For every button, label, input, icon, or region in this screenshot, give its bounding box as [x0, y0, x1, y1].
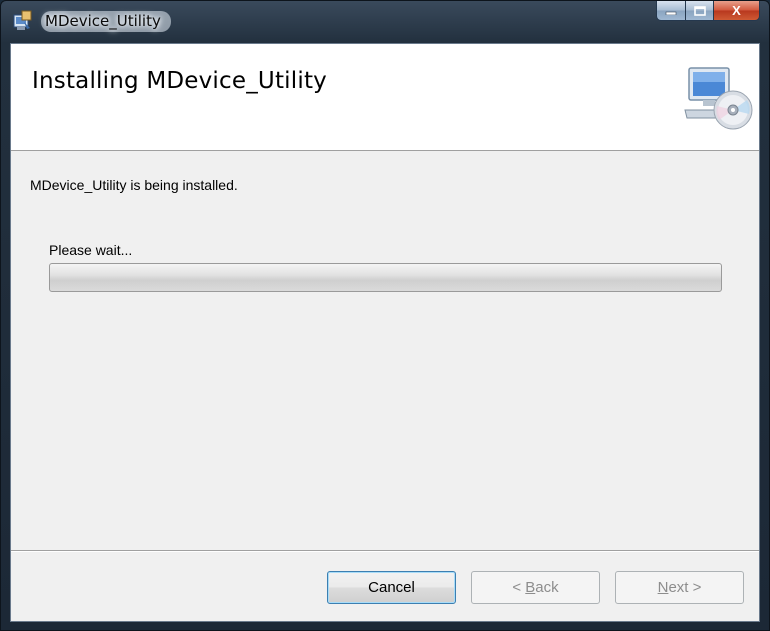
window-title: MDevice_Utility: [41, 11, 171, 32]
minimize-button[interactable]: [656, 1, 686, 21]
footer-divider: [11, 550, 759, 552]
title-bar[interactable]: MDevice_Utility X: [1, 1, 769, 43]
back-button-prefix: <: [512, 579, 526, 596]
close-icon: X: [732, 3, 741, 18]
back-button-rest: ack: [535, 579, 559, 596]
maximize-icon: [693, 5, 706, 16]
install-status-text: MDevice_Utility is being installed.: [30, 177, 238, 193]
next-button[interactable]: Next >: [615, 571, 744, 604]
install-progress-bar: [49, 263, 722, 292]
please-wait-label: Please wait...: [49, 242, 133, 258]
next-button-suffix: >: [688, 579, 702, 596]
next-button-mnemonic: N: [657, 579, 669, 596]
installer-window: MDevice_Utility X Installing MDevice_Uti…: [0, 0, 770, 631]
cancel-button-label: Cancel: [368, 579, 415, 596]
computer-disc-icon: [684, 67, 753, 130]
back-button[interactable]: < Back: [471, 571, 600, 604]
maximize-button[interactable]: [686, 1, 714, 21]
dialog-client-area: Installing MDevice_Utility MDevice_Utili…: [10, 43, 760, 622]
next-button-rest: ext: [668, 579, 689, 596]
minimize-icon: [665, 11, 677, 15]
page-title: Installing MDevice_Utility: [32, 68, 327, 94]
close-button[interactable]: X: [714, 1, 760, 21]
cancel-button[interactable]: Cancel: [327, 571, 456, 604]
back-button-mnemonic: B: [525, 579, 536, 596]
installer-icon: [13, 10, 32, 30]
header-banner: Installing MDevice_Utility: [11, 44, 759, 151]
caption-buttons: X: [656, 1, 760, 23]
